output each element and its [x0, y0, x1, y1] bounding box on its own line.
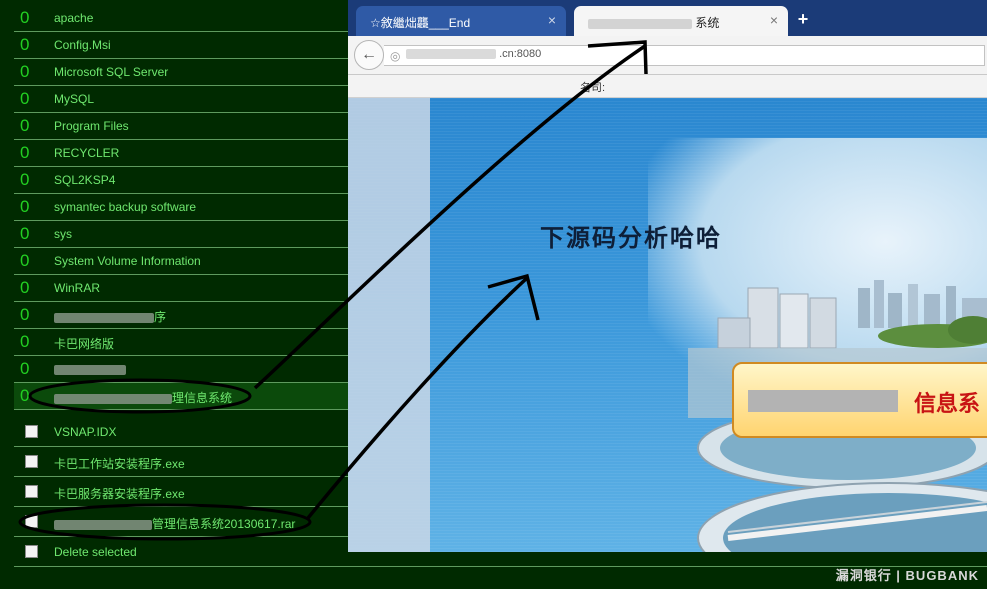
folder-row[interactable]: 0 symantec backup software: [14, 194, 348, 221]
folder-row[interactable]: 0 SQL2KSP4: [14, 167, 348, 194]
page-slogan: 下源码分析哈哈: [540, 224, 722, 252]
folder-count: 0: [20, 359, 30, 378]
file-checkbox[interactable]: [25, 425, 38, 438]
folder-count: 0: [20, 197, 30, 216]
file-row[interactable]: 卡巴工作站安装程序.exe: [14, 447, 348, 477]
folder-row[interactable]: 0 MySQL: [14, 86, 348, 113]
folder-name[interactable]: Program Files: [54, 119, 129, 133]
folder-name[interactable]: symantec backup software: [54, 200, 196, 214]
tab-active[interactable]: 系统 ×: [574, 6, 788, 36]
folder-count: 0: [20, 116, 30, 135]
file-row[interactable]: 管理信息系统20130617.rar: [14, 507, 348, 537]
new-tab-button[interactable]: +: [792, 8, 814, 30]
file-name[interactable]: 卡巴工作站安装程序.exe: [54, 455, 185, 472]
folder-row-selected[interactable]: 0 理信息系统: [14, 383, 348, 410]
folder-count: 0: [20, 224, 30, 243]
folder-name[interactable]: SQL2KSP4: [54, 173, 115, 187]
folder-count: 0: [20, 35, 30, 54]
file-name[interactable]: VSNAP.IDX: [54, 425, 116, 439]
folder-count: 0: [20, 62, 30, 81]
file-name-suffix: 管理信息系统20130617.rar: [152, 517, 296, 531]
redacted-text: [54, 519, 152, 530]
folder-row[interactable]: 0 WinRAR: [14, 275, 348, 302]
redacted-text: [54, 393, 172, 404]
tab-title-suffix: 系统: [695, 16, 720, 30]
folder-name[interactable]: MySQL: [54, 92, 94, 106]
redacted-text: [406, 49, 496, 60]
tab-title: 系统: [588, 14, 719, 31]
system-title-banner: 信息系: [732, 362, 987, 438]
folder-name[interactable]: 序: [54, 308, 166, 325]
file-checkbox[interactable]: [25, 455, 38, 468]
url-suffix: .cn:8080: [499, 48, 542, 60]
folder-count: 0: [20, 278, 30, 297]
folder-name[interactable]: System Volume Information: [54, 254, 201, 268]
folder-name[interactable]: Config.Msi: [54, 38, 111, 52]
folder-name[interactable]: Microsoft SQL Server: [54, 65, 168, 79]
folder-row[interactable]: 0 sys: [14, 221, 348, 248]
folder-name[interactable]: WinRAR: [54, 281, 100, 295]
page-left-strip: [348, 98, 430, 552]
address-bar[interactable]: ◎ .cn:8080: [384, 45, 985, 66]
folder-name[interactable]: apache: [54, 11, 93, 25]
folder-count: 0: [20, 332, 30, 351]
folder-row[interactable]: 0 Program Files: [14, 113, 348, 140]
page-content: 下源码分析哈哈 信息系: [348, 98, 987, 552]
folder-name-suffix: 序: [154, 310, 167, 324]
folder-count: 0: [20, 170, 30, 189]
bookmark-label[interactable]: 名司:: [580, 79, 605, 95]
close-icon[interactable]: ×: [770, 12, 778, 28]
close-icon[interactable]: ×: [548, 12, 556, 28]
browser-window: ☆敘繼炪龘___End × 系统 × + ← ◎ .cn:8080 名司: 下源…: [348, 0, 987, 552]
tab-inactive[interactable]: ☆敘繼炪龘___End ×: [356, 6, 566, 36]
folder-row[interactable]: 0 RECYCLER: [14, 140, 348, 167]
folder-row[interactable]: 0 Microsoft SQL Server: [14, 59, 348, 86]
file-name[interactable]: 管理信息系统20130617.rar: [54, 515, 295, 532]
bookmarks-bar: 名司:: [348, 75, 987, 98]
folder-name[interactable]: RECYCLER: [54, 146, 119, 160]
redacted-text: [588, 18, 692, 29]
watermark: 漏洞银行 | BUGBANK: [835, 568, 979, 583]
url-text: .cn:8080: [406, 48, 541, 60]
file-row[interactable]: VSNAP.IDX: [14, 417, 348, 447]
folder-row[interactable]: 0 卡巴网络版: [14, 329, 348, 356]
folder-count: 0: [20, 89, 30, 108]
folder-count: 0: [20, 386, 30, 405]
file-checkbox[interactable]: [25, 515, 38, 528]
folder-name-suffix: 理信息系统: [172, 391, 233, 405]
back-arrow-icon[interactable]: ←: [354, 40, 384, 70]
select-all-checkbox[interactable]: [25, 545, 38, 558]
folder-row[interactable]: 0 序: [14, 302, 348, 329]
redacted-text: [748, 390, 898, 412]
delete-selected-button[interactable]: Delete selected: [54, 545, 137, 559]
folder-name[interactable]: 卡巴网络版: [54, 335, 114, 352]
tab-strip: ☆敘繼炪龘___End × 系统 × +: [348, 0, 987, 36]
folder-count: 0: [20, 305, 30, 324]
globe-icon: ◎: [390, 49, 401, 63]
file-checkbox[interactable]: [25, 485, 38, 498]
file-name[interactable]: 卡巴服务器安装程序.exe: [54, 485, 185, 502]
folder-count: 0: [20, 8, 30, 27]
folder-row[interactable]: 0: [14, 356, 348, 383]
folder-count: 0: [20, 251, 30, 270]
folder-row[interactable]: 0 System Volume Information: [14, 248, 348, 275]
tab-title: ☆敘繼炪龘___End: [370, 16, 471, 30]
folder-row[interactable]: 0 apache: [14, 5, 348, 32]
folder-name[interactable]: 理信息系统: [54, 389, 232, 406]
banner-title: 信息系: [914, 392, 981, 417]
folder-name[interactable]: sys: [54, 227, 72, 241]
redacted-text: [54, 312, 154, 323]
redacted-text: [54, 364, 126, 375]
delete-selected-row[interactable]: Delete selected: [14, 537, 348, 567]
folder-row[interactable]: 0 Config.Msi: [14, 32, 348, 59]
folder-name[interactable]: [54, 362, 126, 376]
navigation-bar: ← ◎ .cn:8080: [348, 36, 987, 75]
folder-count: 0: [20, 143, 30, 162]
file-row[interactable]: 卡巴服务器安装程序.exe: [14, 477, 348, 507]
